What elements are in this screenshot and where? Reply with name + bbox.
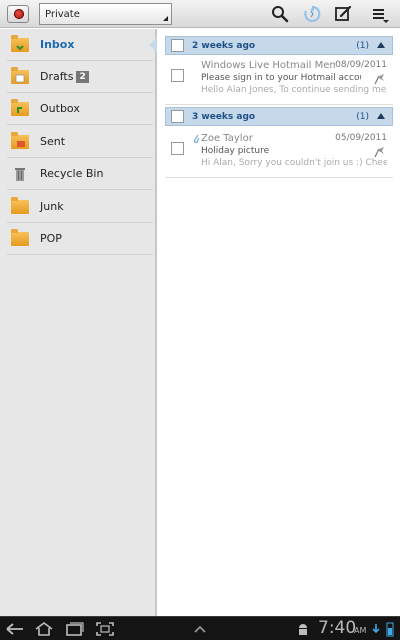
inbox-folder-icon — [11, 34, 29, 52]
group-count: (1) — [356, 111, 369, 122]
folder-item-pop[interactable]: POP — [7, 223, 153, 255]
message-date: 05/09/2011 — [335, 133, 387, 143]
sync-icon — [304, 5, 321, 22]
folder-item-junk[interactable]: Junk — [7, 191, 153, 223]
attachment-icon — [193, 134, 200, 143]
folder-item-outbox[interactable]: Outbox — [7, 93, 153, 125]
folder-label: Inbox — [40, 38, 75, 51]
folder-label: Outbox — [40, 102, 80, 115]
message-row[interactable]: Zoe Taylor 05/09/2011 Holiday picture Hi… — [165, 130, 393, 178]
sync-button[interactable] — [300, 3, 324, 25]
account-dropdown[interactable]: Private — [39, 3, 172, 25]
message-subject: Please sign in to your Hotmail account — [201, 73, 361, 83]
collapse-arrow-icon[interactable] — [377, 42, 385, 48]
action-bar: Private — [0, 0, 400, 28]
drafts-count-badge: 2 — [76, 70, 89, 83]
group-select-checkbox[interactable] — [171, 39, 184, 52]
drafts-folder-icon — [11, 66, 29, 84]
group-header-3-weeks[interactable]: 3 weeks ago (1) — [165, 107, 393, 126]
message-sender: Windows Live Hotmail Mem... — [201, 60, 335, 71]
battery-icon — [386, 622, 394, 637]
selection-pointer — [149, 38, 157, 52]
group-title: 2 weeks ago — [192, 40, 256, 51]
message-preview: Hi Alan, Sorry you couldn't join us :) C… — [201, 158, 387, 168]
group-select-checkbox[interactable] — [171, 110, 184, 123]
folder-label: Drafts — [40, 70, 74, 83]
folder-label: POP — [40, 232, 62, 245]
dropdown-corner-icon — [163, 16, 168, 21]
status-ampm: AM — [354, 626, 367, 635]
collapse-arrow-icon[interactable] — [377, 113, 385, 119]
group-title: 3 weeks ago — [192, 111, 256, 122]
folder-item-inbox[interactable]: Inbox — [7, 29, 153, 61]
battery-indicator — [383, 620, 397, 638]
search-button[interactable] — [268, 3, 292, 25]
screenshot-button[interactable] — [94, 620, 116, 638]
recent-apps-icon — [66, 622, 84, 636]
system-navigation-bar: 7:40 AM — [0, 616, 400, 640]
back-icon — [6, 623, 23, 635]
folder-item-drafts[interactable]: Drafts 2 — [7, 61, 153, 93]
folder-item-sent[interactable]: Sent — [7, 126, 153, 158]
android-icon — [299, 624, 307, 635]
recent-apps-button[interactable] — [64, 620, 86, 638]
app-icon[interactable] — [7, 5, 29, 23]
flag-icon[interactable] — [373, 73, 385, 85]
sent-folder-icon — [11, 131, 29, 149]
folder-label: Sent — [40, 135, 66, 148]
folder-label: Recycle Bin — [40, 167, 104, 180]
compose-button[interactable] — [331, 3, 355, 25]
home-icon — [35, 622, 53, 636]
message-select-checkbox[interactable] — [171, 142, 184, 155]
app-tray-button[interactable] — [189, 620, 211, 638]
back-button[interactable] — [4, 620, 26, 638]
junk-folder-icon — [11, 196, 29, 214]
message-preview: Hello Alan Jones, To continue sending me… — [201, 85, 387, 95]
pop-folder-icon — [11, 228, 29, 246]
outbox-folder-icon — [11, 98, 29, 116]
compose-icon — [335, 5, 352, 21]
group-header-2-weeks[interactable]: 2 weeks ago (1) — [165, 36, 393, 55]
recycle-bin-icon — [11, 167, 29, 181]
android-debug-indicator — [295, 620, 311, 638]
notification-indicator[interactable] — [370, 620, 382, 638]
message-row[interactable]: Windows Live Hotmail Mem... 08/09/2011 P… — [165, 57, 393, 105]
message-subject: Holiday picture — [201, 146, 270, 156]
folder-panel: Inbox Drafts 2 Outbox Sent Recycle Bin J… — [0, 29, 157, 616]
menu-button[interactable] — [368, 3, 392, 25]
menu-icon — [373, 9, 389, 23]
message-date: 08/09/2011 — [335, 60, 387, 70]
status-clock: 7:40 — [318, 618, 357, 638]
flag-icon[interactable] — [373, 146, 385, 158]
folder-label: Junk — [40, 200, 64, 213]
chevron-up-icon — [194, 625, 206, 633]
account-dropdown-label: Private — [45, 9, 80, 20]
folder-item-recycle-bin[interactable]: Recycle Bin — [7, 158, 153, 190]
group-count: (1) — [356, 40, 369, 51]
screenshot-icon — [96, 622, 114, 636]
message-sender: Zoe Taylor — [201, 133, 253, 144]
message-select-checkbox[interactable] — [171, 69, 184, 82]
download-icon — [372, 624, 380, 634]
home-button[interactable] — [33, 620, 55, 638]
search-icon — [272, 6, 289, 23]
